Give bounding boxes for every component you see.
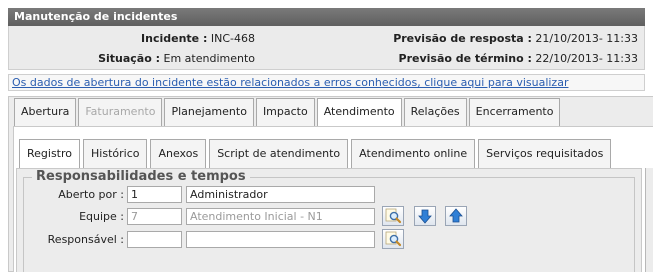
- incident-id-row: Incidente : INC-468: [9, 30, 255, 48]
- tab-faturamento[interactable]: Faturamento: [78, 98, 163, 126]
- known-errors-link[interactable]: Os dados de abertura do incidente estão …: [8, 74, 645, 91]
- responsible-name-input[interactable]: [186, 231, 375, 248]
- side-panel-edge: [645, 168, 653, 272]
- main-tabs: Abertura Faturamento Planejamento Impact…: [14, 98, 562, 126]
- move-down-button[interactable]: [414, 206, 436, 226]
- tab-abertura[interactable]: Abertura: [14, 98, 77, 126]
- tab-atendimento[interactable]: Atendimento: [316, 98, 402, 126]
- opened-by-code-input[interactable]: [127, 186, 182, 203]
- end-forecast-label: Previsão de término :: [398, 52, 532, 65]
- arrow-up-icon: [449, 208, 463, 223]
- subtab-registro[interactable]: Registro: [19, 139, 81, 168]
- subtab-anexos[interactable]: Anexos: [150, 139, 207, 168]
- team-name-input[interactable]: [186, 208, 375, 225]
- incident-status-value: Em atendimento: [163, 52, 256, 65]
- responsible-search-button[interactable]: [382, 229, 404, 249]
- response-forecast-row: Previsão de resposta : 21/10/2013- 11:33: [393, 30, 638, 48]
- window-title: Manutenção de incidentes: [8, 8, 645, 26]
- responsible-row: Responsável :: [24, 231, 624, 248]
- subtab-script[interactable]: Script de atendimento: [209, 139, 349, 168]
- response-forecast-value: 21/10/2013- 11:33: [535, 32, 638, 45]
- responsible-label: Responsável :: [47, 233, 124, 246]
- section-title: Responsabilidades e tempos: [32, 169, 250, 185]
- end-forecast-row: Previsão de término : 22/10/2013- 11:33: [399, 50, 638, 68]
- registro-panel: Responsabilidades e tempos Aberto por : …: [16, 168, 642, 272]
- opened-by-name-input[interactable]: [186, 186, 375, 203]
- opened-by-row: Aberto por :: [24, 186, 624, 203]
- subtab-atendimento-online[interactable]: Atendimento online: [351, 139, 476, 168]
- response-forecast-label: Previsão de resposta :: [393, 32, 532, 45]
- incident-info-panel: Incidente : INC-468 Situação : Em atendi…: [8, 26, 645, 70]
- main-tab-panel: Abertura Faturamento Planejamento Impact…: [8, 96, 653, 272]
- team-search-button[interactable]: [382, 206, 404, 226]
- team-row: Equipe :: [24, 208, 624, 225]
- search-icon: [385, 208, 401, 224]
- incident-status-row: Situação : Em atendimento: [9, 50, 255, 68]
- tab-encerramento[interactable]: Encerramento: [468, 98, 561, 126]
- search-icon: [385, 231, 401, 247]
- sub-tabs: Registro Histórico Anexos Script de aten…: [19, 139, 614, 168]
- move-up-button[interactable]: [445, 206, 467, 226]
- incident-id-label: Incidente :: [141, 32, 208, 45]
- team-code-input[interactable]: [127, 208, 182, 225]
- tab-relacoes[interactable]: Relações: [403, 98, 467, 126]
- tab-impacto[interactable]: Impacto: [255, 98, 315, 126]
- responsible-code-input[interactable]: [127, 231, 182, 248]
- responsibilities-fieldset: Responsabilidades e tempos Aberto por : …: [23, 169, 635, 272]
- incident-status-label: Situação :: [98, 52, 160, 65]
- tab-planejamento[interactable]: Planejamento: [164, 98, 254, 126]
- opened-by-label: Aberto por :: [58, 188, 124, 201]
- subtab-servicos[interactable]: Serviços requisitados: [478, 139, 612, 168]
- atendimento-panel: Registro Histórico Anexos Script de aten…: [13, 126, 653, 272]
- incident-id-value: INC-468: [210, 32, 255, 45]
- arrow-down-icon: [418, 209, 432, 224]
- team-label: Equipe :: [79, 210, 124, 223]
- subtab-historico[interactable]: Histórico: [83, 139, 148, 168]
- end-forecast-value: 22/10/2013- 11:33: [535, 52, 638, 65]
